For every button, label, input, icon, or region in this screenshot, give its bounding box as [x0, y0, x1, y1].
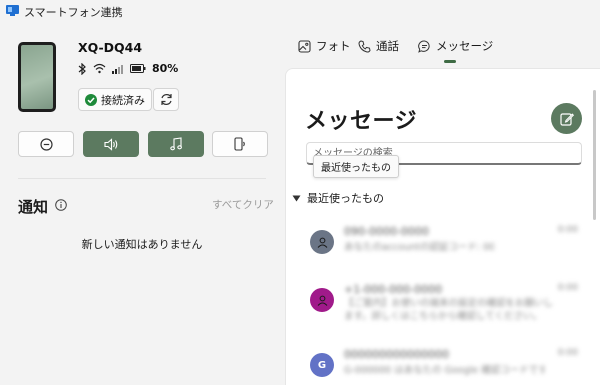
bluetooth-icon — [78, 62, 86, 75]
divider — [18, 178, 266, 179]
compose-message-button[interactable] — [551, 103, 582, 134]
conversation-preview: 【ご案内】お使いの端末の設定の確認をお願いします。詳しくはこちらから確認してくだ… — [344, 298, 554, 322]
phone-image — [18, 42, 56, 112]
avatar — [310, 288, 334, 312]
phone-call-icon — [358, 39, 371, 53]
conversation-name: 090-0000-0000 — [344, 225, 429, 238]
conversation-preview: G-000000 はあなたの Google 確認コードです — [344, 365, 544, 376]
no-notifications-text: 新しい通知はありません — [81, 238, 203, 251]
recent-tooltip: 最近使ったもの — [313, 155, 399, 178]
person-icon — [317, 295, 327, 306]
phone-audio-button[interactable] — [212, 131, 268, 157]
conversation-item[interactable]: G 000000000000000 0:00 G-000000 はあなたの Go… — [300, 345, 590, 385]
connection-status-button[interactable]: 接続済み — [78, 88, 152, 111]
check-circle-icon — [85, 93, 97, 106]
phone-audio-icon — [234, 137, 245, 151]
avatar — [310, 230, 334, 254]
conversation-preview: あなたのaccountの認証コード: 000000です — [344, 242, 494, 253]
conversation-name: +1-000-000-0000 — [344, 283, 443, 296]
wifi-icon — [93, 63, 106, 74]
compose-icon — [559, 112, 574, 126]
window-title: スマートフォン連携 — [24, 6, 123, 19]
conversation-time: 0:00 — [557, 225, 578, 235]
music-button[interactable] — [148, 131, 204, 157]
volume-icon — [103, 137, 117, 151]
battery-icon — [130, 64, 146, 73]
recent-section-toggle[interactable]: 最近使ったもの — [292, 190, 384, 206]
volume-button[interactable] — [83, 131, 139, 157]
scrollbar[interactable] — [593, 90, 596, 220]
device-status: 80% — [78, 62, 178, 75]
notifications-title: 通知 — [18, 198, 49, 216]
refresh-button[interactable] — [153, 88, 179, 111]
avatar-letter: G — [317, 359, 327, 371]
do-not-disturb-icon — [39, 137, 53, 151]
phone-link-app-icon — [6, 5, 19, 16]
tab-messages[interactable]: メッセージ — [418, 38, 493, 54]
device-name: XQ-DQ44 — [78, 40, 143, 55]
conversation-time: 0:00 — [557, 348, 578, 358]
caret-down-icon — [292, 195, 301, 201]
message-icon — [418, 40, 430, 53]
messages-title: メッセージ — [305, 109, 418, 134]
connected-label: 接続済み — [101, 93, 145, 107]
info-icon[interactable] — [55, 199, 67, 211]
recent-section-label: 最近使ったもの — [307, 192, 384, 205]
person-icon — [317, 237, 327, 248]
conversation-name: 000000000000000 — [344, 348, 449, 361]
tab-messages-label: メッセージ — [436, 39, 494, 53]
tab-calls-label: 通話 — [376, 39, 399, 53]
music-icon — [170, 137, 182, 151]
refresh-icon — [160, 94, 172, 105]
signal-icon — [112, 64, 123, 74]
battery-percent: 80% — [152, 62, 179, 75]
conversation-item[interactable]: 090-0000-0000 0:00 あなたのaccountの認証コード: 00… — [300, 222, 590, 274]
photo-icon — [298, 39, 311, 53]
do-not-disturb-button[interactable] — [18, 131, 74, 157]
clear-all-button[interactable]: すべてクリア — [212, 197, 274, 212]
tab-calls[interactable]: 通話 — [358, 38, 399, 54]
title-bar: スマートフォン連携 — [0, 0, 600, 22]
selected-tab-indicator — [444, 60, 456, 63]
tab-photos[interactable]: フォト — [298, 38, 351, 54]
conversation-time: 0:00 — [557, 283, 578, 293]
conversation-item[interactable]: +1-000-000-0000 0:00 【ご案内】お使いの端末の設定の確認をお… — [300, 280, 590, 332]
tab-photos-label: フォト — [316, 39, 351, 53]
avatar: G — [310, 353, 334, 377]
